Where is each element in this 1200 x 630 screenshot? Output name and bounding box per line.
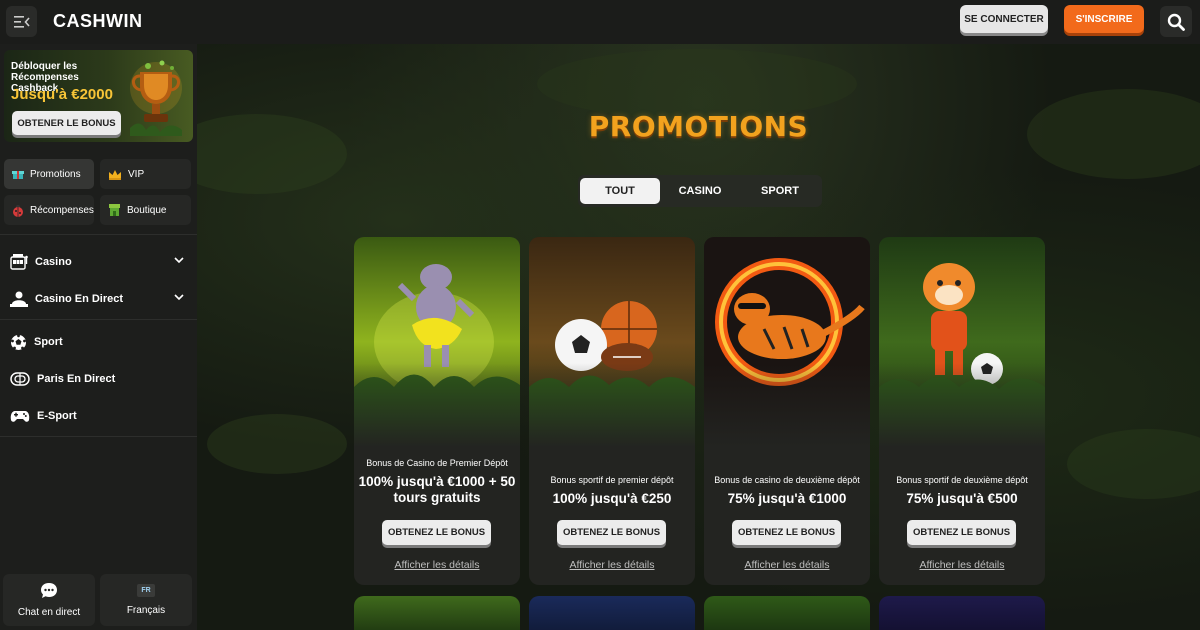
chip-label: Récompenses bbox=[30, 204, 94, 216]
promo-card-peek[interactable] bbox=[354, 596, 520, 630]
get-bonus-button[interactable]: OBTENEZ LE BONUS bbox=[382, 520, 491, 545]
signup-button[interactable]: S'INSCRIRE bbox=[1064, 5, 1144, 33]
menu-collapse-icon bbox=[13, 15, 30, 28]
sidebar-item-esport[interactable]: E-Sport bbox=[10, 404, 187, 428]
sidebar-item-sport[interactable]: Sport bbox=[10, 330, 187, 354]
sidebar-chip-shop[interactable]: Boutique bbox=[100, 195, 191, 225]
banner-amount: Jusqu'à €2000 bbox=[11, 86, 113, 103]
language-selector[interactable]: FR Français bbox=[100, 574, 192, 626]
card-subtitle: Bonus de casino de deuxième dépôt bbox=[714, 475, 860, 485]
chip-label: VIP bbox=[128, 168, 145, 180]
card-subtitle: Bonus sportif de premier dépôt bbox=[550, 475, 674, 485]
search-button[interactable] bbox=[1160, 6, 1192, 37]
card-headline: 100% jusqu'à €250 bbox=[552, 491, 672, 506]
get-bonus-button[interactable]: OBTENEZ LE BONUS bbox=[732, 520, 841, 545]
card-headline: 75% jusqu'à €1000 bbox=[727, 491, 847, 506]
promo-card-peek[interactable] bbox=[879, 596, 1045, 630]
sidebar-item-label: Casino En Direct bbox=[35, 293, 124, 305]
sidebar-chip-vip[interactable]: VIP bbox=[100, 159, 191, 189]
ladybug-icon bbox=[13, 204, 23, 217]
slot-machine-icon bbox=[10, 254, 28, 270]
sidebar-divider bbox=[0, 436, 197, 437]
gift-icon bbox=[12, 171, 24, 179]
live-chat-label: Chat en direct bbox=[17, 607, 81, 618]
get-bonus-button[interactable]: OBTENEZ LE BONUS bbox=[907, 520, 1016, 545]
promo-tabs: TOUT CASINO SPORT bbox=[578, 175, 822, 207]
chip-label: Promotions bbox=[30, 168, 81, 180]
sidebar-item-label: Casino bbox=[35, 256, 72, 268]
sidebar-item-label: Sport bbox=[34, 336, 63, 348]
get-bonus-button[interactable]: OBTENEZ LE BONUS bbox=[557, 520, 666, 545]
card-subtitle: Bonus de Casino de Premier Dépôt bbox=[366, 458, 508, 468]
gamepad-icon bbox=[10, 410, 30, 422]
show-details-link[interactable]: Afficher les détails bbox=[529, 559, 695, 571]
chat-bubble-icon bbox=[41, 583, 57, 598]
language-badge: FR bbox=[137, 584, 155, 597]
sidebar-divider bbox=[0, 234, 197, 235]
show-details-link[interactable]: Afficher les détails bbox=[704, 559, 870, 571]
card-headline: 100% jusqu'à €1000 + 50 tours gratuits bbox=[358, 474, 516, 505]
login-button[interactable]: SE CONNECTER bbox=[960, 5, 1048, 33]
soccer-ball-icon bbox=[11, 333, 26, 350]
sidebar-item-live-betting[interactable]: Paris En Direct bbox=[10, 367, 187, 391]
live-dealer-icon bbox=[10, 291, 28, 307]
tiger-football-image bbox=[879, 237, 1045, 447]
promo-card-sport-second-deposit[interactable]: Bonus sportif de deuxième dépôt 75% jusq… bbox=[879, 237, 1045, 585]
search-icon bbox=[1167, 13, 1185, 31]
sport-balls-image bbox=[529, 237, 695, 447]
sidebar-item-live-casino[interactable]: Casino En Direct bbox=[10, 287, 187, 311]
show-details-link[interactable]: Afficher les détails bbox=[354, 559, 520, 571]
sidebar-item-casino[interactable]: Casino bbox=[10, 250, 187, 274]
live-chat-button[interactable]: Chat en direct bbox=[3, 574, 95, 626]
trophy-icon bbox=[130, 60, 182, 136]
main-content: PROMOTIONS TOUT CASINO SPORT Bonus de Ca… bbox=[197, 44, 1200, 630]
card-headline: 75% jusqu'à €500 bbox=[906, 491, 1018, 506]
promo-card-casino-first-deposit[interactable]: Bonus de Casino de Premier Dépôt 100% ju… bbox=[354, 237, 520, 585]
chevron-down-icon bbox=[174, 294, 184, 301]
banner-bonus-button[interactable]: OBTENER LE BONUS bbox=[12, 111, 121, 135]
sidebar: Débloquer les Récompenses Cashback Jusqu… bbox=[0, 44, 197, 630]
chevron-down-icon bbox=[174, 257, 184, 264]
hippo-dancer-image bbox=[354, 237, 520, 447]
show-details-link[interactable]: Afficher les détails bbox=[879, 559, 1045, 571]
crown-icon bbox=[109, 169, 121, 180]
sidebar-item-label: Paris En Direct bbox=[37, 373, 116, 385]
sidebar-divider bbox=[0, 319, 197, 320]
card-subtitle: Bonus sportif de deuxième dépôt bbox=[896, 475, 1028, 485]
tiger-fire-ring-image bbox=[704, 237, 870, 447]
promo-card-sport-first-deposit[interactable]: Bonus sportif de premier dépôt 100% jusq… bbox=[529, 237, 695, 585]
cashback-banner[interactable]: Débloquer les Récompenses Cashback Jusqu… bbox=[4, 50, 193, 142]
promo-card-peek[interactable] bbox=[704, 596, 870, 630]
sidebar-item-label: E-Sport bbox=[37, 410, 77, 422]
tab-all[interactable]: TOUT bbox=[580, 178, 660, 204]
site-logo[interactable]: CASHWIN bbox=[53, 11, 143, 32]
tab-sport[interactable]: SPORT bbox=[740, 178, 820, 204]
tab-casino[interactable]: CASINO bbox=[660, 178, 740, 204]
page-title: PROMOTIONS bbox=[588, 110, 809, 143]
menu-collapse-button[interactable] bbox=[6, 6, 37, 37]
language-label: Français bbox=[126, 605, 166, 616]
sidebar-chip-rewards[interactable]: Récompenses bbox=[4, 195, 94, 225]
sidebar-chip-promotions[interactable]: Promotions bbox=[4, 159, 94, 189]
shop-icon bbox=[109, 204, 120, 216]
top-bar: CASHWIN SE CONNECTER S'INSCRIRE bbox=[0, 0, 1200, 44]
promo-card-peek[interactable] bbox=[529, 596, 695, 630]
live-betting-icon bbox=[10, 372, 30, 386]
promo-card-casino-second-deposit[interactable]: Bonus de casino de deuxième dépôt 75% ju… bbox=[704, 237, 870, 585]
chip-label: Boutique bbox=[127, 204, 167, 216]
